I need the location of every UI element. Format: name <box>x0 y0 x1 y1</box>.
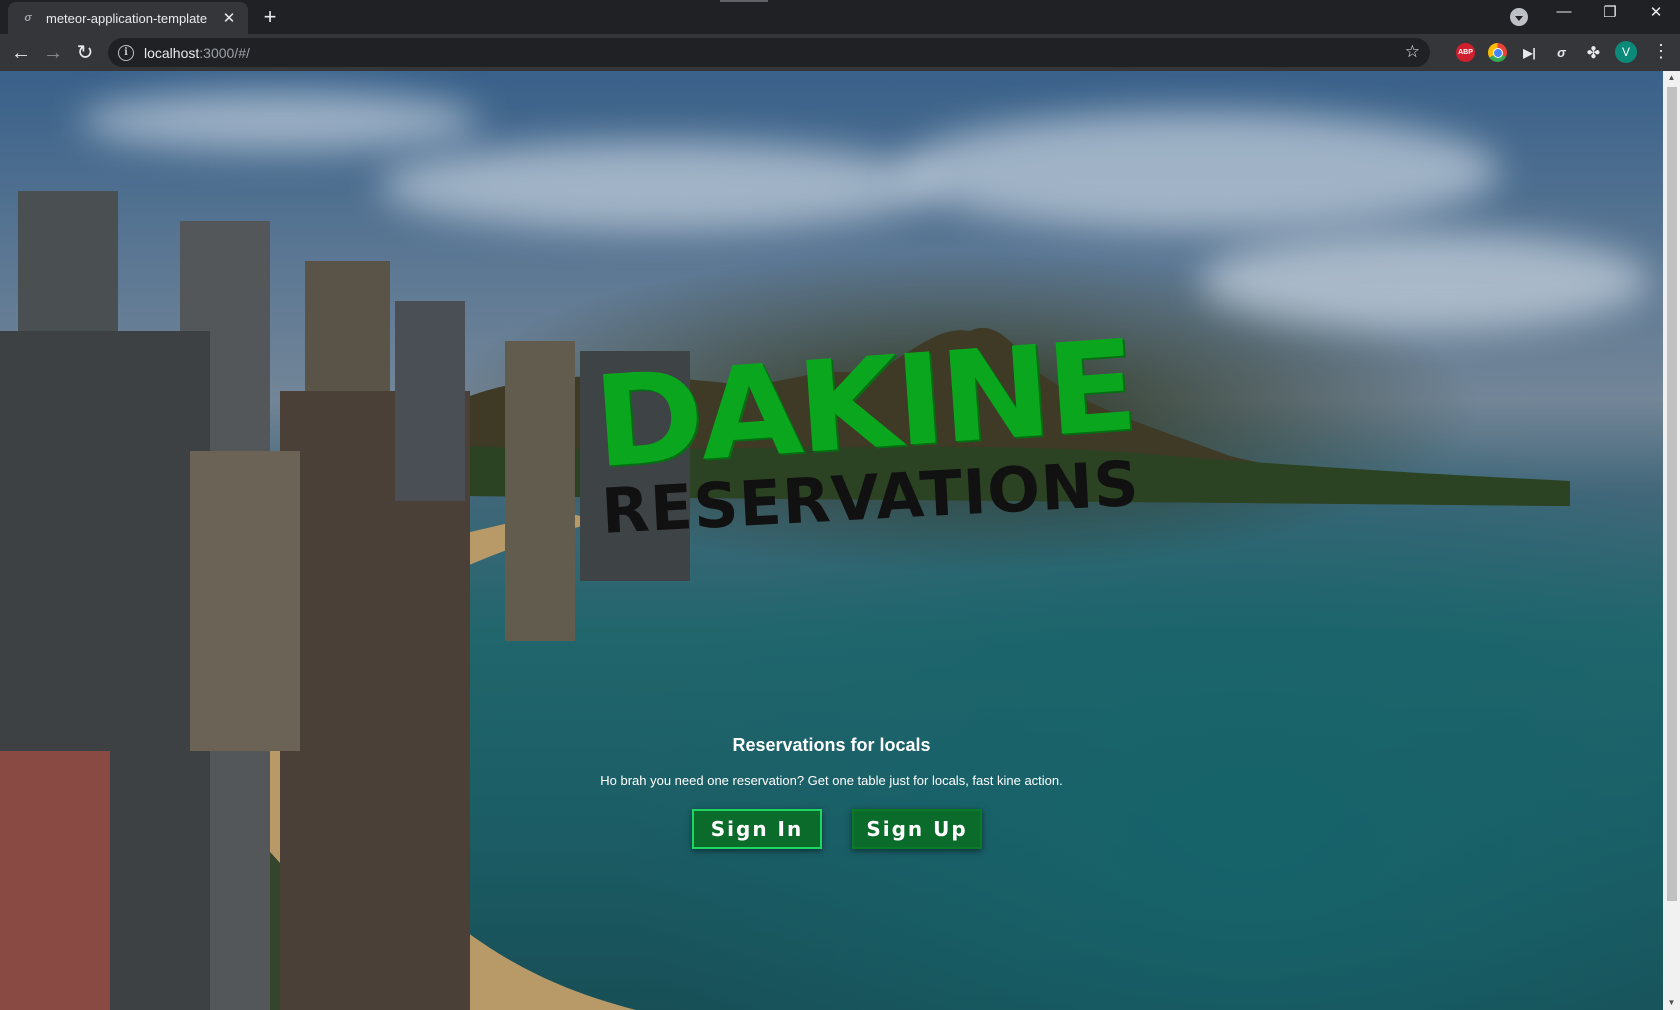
meteor-favicon-icon: σ <box>20 10 36 26</box>
profile-avatar[interactable]: V <box>1615 41 1637 63</box>
url-host: localhost <box>144 44 200 61</box>
tab-title: meteor-application-template <box>46 10 208 26</box>
meteor-devtools-icon[interactable]: σ <box>1552 43 1571 62</box>
reload-icon[interactable]: ↻ <box>72 40 98 66</box>
scroll-down-arrow-icon[interactable]: ▼ <box>1663 996 1680 1010</box>
url-path: :3000/#/ <box>199 44 250 61</box>
tab-strip: σ meteor-application-template ✕ + — ❐ ✕ <box>0 0 1680 34</box>
tab-close-icon[interactable]: ✕ <box>220 9 238 27</box>
page-viewport: DAKINE RESERVATIONS Reservations for loc… <box>0 71 1663 1010</box>
hero-tagline: Ho brah you need one reservation? Get on… <box>600 773 1063 788</box>
search-tabs-icon[interactable] <box>1510 8 1528 26</box>
browser-tab[interactable]: σ meteor-application-template ✕ <box>8 2 248 34</box>
scroll-up-arrow-icon[interactable]: ▲ <box>1663 71 1680 85</box>
scrollbar-thumb[interactable] <box>1667 87 1677 901</box>
browser-toolbar: ← → ↻ i localhost:3000/#/ ☆ ABP ▶| σ ✤ V… <box>0 34 1680 71</box>
forward-arrow-icon[interactable]: → <box>40 40 66 66</box>
hero-subtitle: Reservations for locals <box>732 735 931 755</box>
window-drag-indicator <box>720 0 768 2</box>
back-arrow-icon[interactable]: ← <box>8 40 34 66</box>
dakine-logo: DAKINE RESERVATIONS <box>589 313 1141 551</box>
menu-icon[interactable]: ⋮ <box>1652 41 1670 62</box>
restore-button[interactable]: ❐ <box>1590 3 1630 21</box>
page-scrollbar[interactable]: ▲ ▼ <box>1663 71 1680 1010</box>
info-icon[interactable]: i <box>118 44 134 61</box>
hero-section: DAKINE RESERVATIONS Reservations for loc… <box>0 71 1663 1010</box>
color-picker-icon[interactable] <box>1488 43 1507 62</box>
skip-icon[interactable]: ▶| <box>1520 43 1539 62</box>
minimize-button[interactable]: — <box>1544 3 1584 20</box>
window-close-button[interactable]: ✕ <box>1636 3 1676 21</box>
extensions-puzzle-icon[interactable]: ✤ <box>1584 43 1603 62</box>
sign-up-button[interactable]: Sign Up <box>852 809 982 849</box>
new-tab-button[interactable]: + <box>258 5 282 29</box>
star-icon[interactable]: ☆ <box>1405 42 1420 62</box>
sign-in-button[interactable]: Sign In <box>692 809 822 849</box>
address-bar[interactable]: i localhost:3000/#/ ☆ <box>108 38 1430 67</box>
adblock-icon[interactable]: ABP <box>1456 43 1475 62</box>
